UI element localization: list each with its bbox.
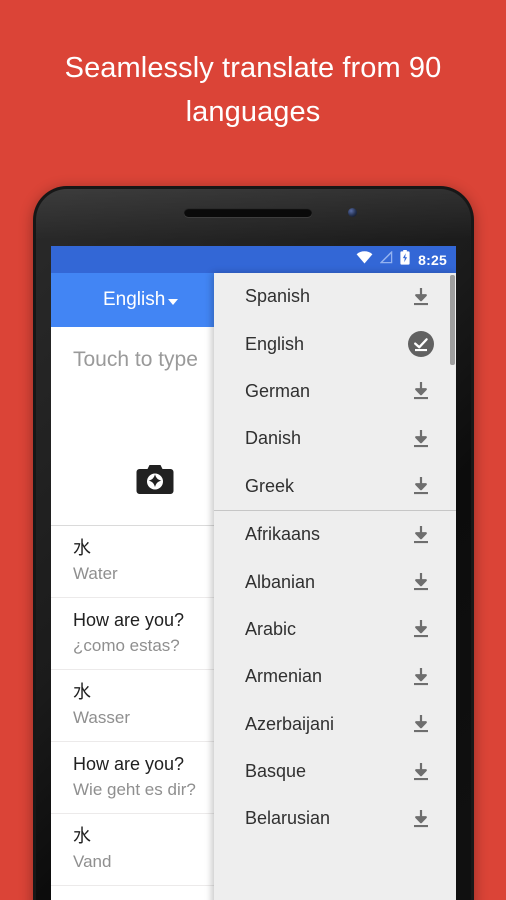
language-option-basque[interactable]: Basque [214,748,456,795]
all-languages-group: Afrikaans Albanian Arabic Armenian Azerb… [214,509,456,843]
instant-camera-button[interactable] [136,464,174,496]
language-name: Azerbaijani [245,713,335,734]
dropdown-scrollbar[interactable] [450,275,455,365]
language-option-azerbaijani[interactable]: Azerbaijani [214,701,456,748]
status-bar: 8:25 [51,246,456,273]
download-icon[interactable] [408,473,434,499]
download-icon[interactable] [408,426,434,452]
bezel-highlight [36,189,471,249]
promo-screenshot: Seamlessly translate from 90 languages 8… [0,0,506,900]
download-icon[interactable] [408,616,434,642]
language-name: Afrikaans [245,524,321,545]
language-option-german[interactable]: German [214,368,456,415]
download-icon[interactable] [408,711,434,737]
language-option-english[interactable]: English [214,320,456,367]
download-icon[interactable] [408,759,434,785]
download-icon[interactable] [408,569,434,595]
language-option-belarusian[interactable]: Belarusian [214,795,456,842]
download-icon[interactable] [408,522,434,548]
chevron-down-icon [168,299,179,305]
language-option-greek[interactable]: Greek [214,463,456,510]
language-option-afrikaans[interactable]: Afrikaans [214,511,456,558]
phone-device-frame: 8:25 English Touch to type 水 Water How a… [33,186,474,900]
source-language-label: English [103,289,166,310]
no-sim-signal-icon [379,250,393,269]
language-name: Arabic [245,618,297,639]
phone-screen: 8:25 English Touch to type 水 Water How a… [51,246,456,900]
language-name: Spanish [245,286,311,307]
instant-camera-icon [136,465,174,500]
front-camera-icon [348,208,357,217]
source-language-button[interactable]: English [103,289,179,311]
wifi-icon [356,250,373,269]
language-option-spanish[interactable]: Spanish [214,273,456,320]
language-picker-dropdown: Spanish English German Danish Greek Afri… [214,273,456,900]
language-option-arabic[interactable]: Arabic [214,606,456,653]
language-option-danish[interactable]: Danish [214,415,456,462]
status-bar-clock: 8:25 [418,251,447,268]
language-name: Albanian [245,571,316,592]
download-icon[interactable] [408,284,434,310]
language-name: Basque [245,761,307,782]
phone-bezel: 8:25 English Touch to type 水 Water How a… [36,189,471,900]
touch-to-type-placeholder: Touch to type [73,348,198,371]
download-icon[interactable] [408,378,434,404]
download-icon[interactable] [408,664,434,690]
recent-languages-group: Spanish English German Danish Greek [214,273,456,510]
language-option-armenian[interactable]: Armenian [214,653,456,700]
battery-charging-icon [400,249,410,270]
check-circle-downloaded-icon[interactable] [408,331,434,358]
language-name: Danish [245,428,302,449]
language-name: Belarusian [245,808,331,829]
language-name: English [245,333,305,354]
language-name: German [245,380,311,401]
language-name: Greek [245,475,295,496]
language-name: Armenian [245,666,323,687]
language-option-albanian[interactable]: Albanian [214,558,456,605]
page-title: Seamlessly translate from 90 languages [64,52,442,128]
earpiece-speaker [184,208,312,217]
download-icon[interactable] [408,806,434,832]
